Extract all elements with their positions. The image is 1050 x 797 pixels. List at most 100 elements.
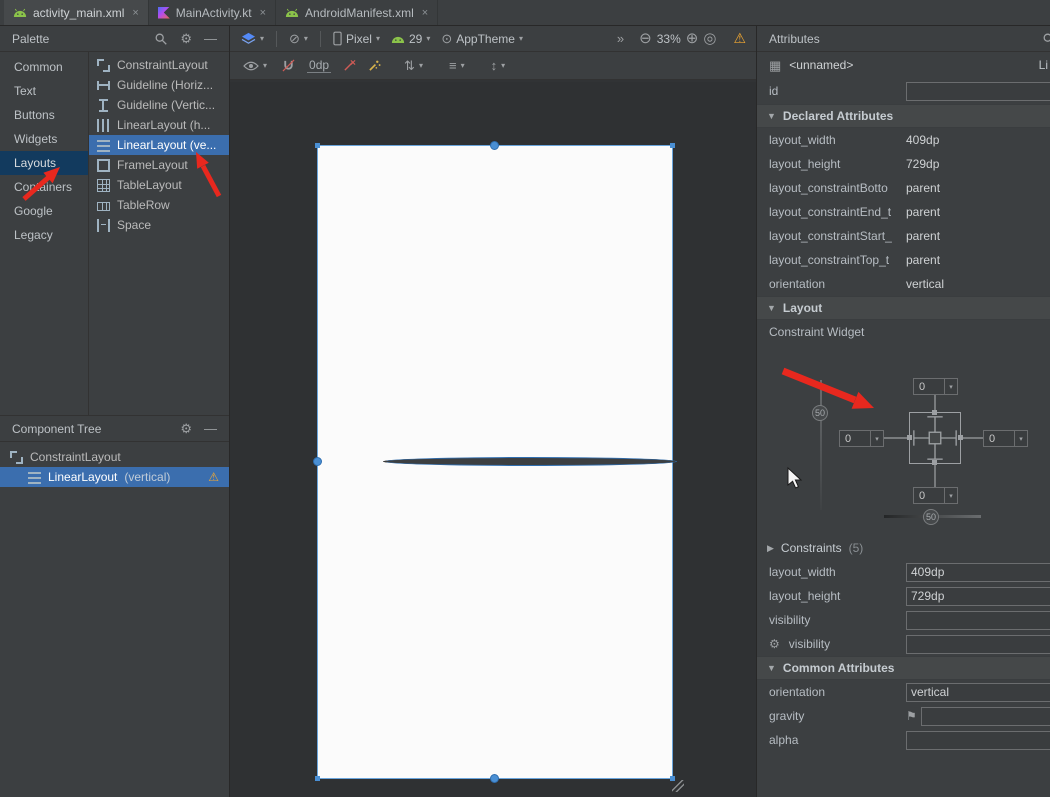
anchor-dot-right[interactable] [958, 435, 963, 440]
layout-width-input[interactable] [906, 563, 1050, 582]
margin-top-dropdown[interactable]: 0▾ [913, 378, 958, 395]
section-common-attributes[interactable]: ▼ Common Attributes [757, 656, 1050, 680]
zoom-out-button[interactable]: ⊖ [639, 31, 652, 46]
category-buttons[interactable]: Buttons [0, 103, 88, 127]
vertical-bias-value[interactable]: 50 [812, 405, 828, 421]
design-surface-selector[interactable]: ⊘ ▾ [286, 32, 311, 45]
margin-left-dropdown[interactable]: 0▾ [839, 430, 884, 447]
visibility-input[interactable] [906, 611, 1050, 630]
view-options-button[interactable]: ▾ [240, 61, 270, 71]
linearlayout-preview[interactable] [318, 146, 672, 778]
tab-close-icon[interactable]: × [260, 7, 266, 19]
palette-item-framelayout[interactable]: FrameLayout [89, 155, 229, 175]
category-google[interactable]: Google [0, 199, 88, 223]
orientation-input[interactable] [906, 683, 1050, 702]
tab-close-icon[interactable]: × [132, 7, 138, 19]
tab-mainactivity-kt[interactable]: MainActivity.kt × [149, 0, 276, 25]
palette-item-constraintlayout[interactable]: ConstraintLayout [89, 55, 229, 75]
alpha-input[interactable] [906, 731, 1050, 750]
attribute-row: layout_height [757, 584, 1050, 608]
autoconnect-magnet-icon[interactable] [282, 59, 295, 72]
anchor-dot-bottom[interactable] [932, 460, 937, 465]
tab-androidmanifest-xml[interactable]: AndroidManifest.xml × [276, 0, 438, 25]
id-input[interactable] [906, 82, 1050, 101]
infer-constraints-wand-icon[interactable] [368, 59, 381, 72]
device-selector[interactable]: Pixel ▾ [330, 31, 383, 46]
linearlayout-vertical-icon [97, 139, 110, 152]
palette-item-tablerow[interactable]: TableRow [89, 195, 229, 215]
pack-selector[interactable]: ⇅ ▾ [401, 59, 426, 72]
toolbar-overflow-icon[interactable]: » [617, 32, 624, 45]
palette-item-guideline-horizontal[interactable]: Guideline (Horiz... [89, 75, 229, 95]
corner-handle[interactable] [670, 143, 675, 148]
constraints-section-toggle[interactable]: ▶ Constraints (5) [757, 536, 1050, 560]
palette-item-linearlayout-horizontal[interactable]: LinearLayout (h... [89, 115, 229, 135]
attribute-row[interactable]: orientationvertical [757, 272, 1050, 296]
attribute-row[interactable]: layout_constraintTop_tparent [757, 248, 1050, 272]
warnings-button[interactable]: ⚠ [733, 30, 746, 47]
tree-item-constraintlayout[interactable]: ConstraintLayout [0, 447, 229, 467]
palette-item-linearlayout-vertical[interactable]: LinearLayout (ve... [89, 135, 229, 155]
anchor-handle-left[interactable] [313, 457, 322, 466]
collapse-triangle-icon: ▼ [767, 663, 776, 673]
search-icon[interactable] [1042, 32, 1050, 46]
category-common[interactable]: Common [0, 55, 88, 79]
section-declared-attributes[interactable]: ▼ Declared Attributes [757, 104, 1050, 128]
flag-icon[interactable]: ⚑ [906, 709, 917, 723]
view-mode-selector[interactable]: ▾ [238, 32, 267, 45]
canvas-resize-handle[interactable] [672, 780, 684, 792]
align-selector[interactable]: ≡ ▾ [446, 59, 468, 72]
tree-item-linearlayout-vertical[interactable]: LinearLayout(vertical) ⚠ [0, 467, 229, 487]
attribute-row[interactable]: layout_constraintEnd_tparent [757, 200, 1050, 224]
search-icon[interactable] [154, 32, 168, 46]
constraint-widget-box[interactable] [909, 412, 961, 464]
zoom-to-fit-button[interactable]: ◎ [703, 31, 716, 46]
clear-constraints-icon[interactable] [343, 59, 356, 72]
margin-bottom-dropdown[interactable]: 0▾ [913, 487, 958, 504]
hide-panel-icon[interactable]: — [204, 32, 217, 45]
margin-right-dropdown[interactable]: 0▾ [983, 430, 1028, 447]
category-widgets[interactable]: Widgets [0, 127, 88, 151]
category-containers[interactable]: Containers [0, 175, 88, 199]
gear-icon[interactable]: ⚙ [180, 32, 192, 45]
guideline-vertical-icon [97, 99, 110, 112]
anchor-dot-top[interactable] [932, 410, 937, 415]
category-legacy[interactable]: Legacy [0, 223, 88, 247]
expand-selector[interactable]: ↕ ▾ [488, 59, 509, 72]
attribute-row[interactable]: layout_constraintStart_parent [757, 224, 1050, 248]
anchor-handle-bottom[interactable] [490, 774, 499, 783]
gear-icon[interactable]: ⚙ [180, 422, 192, 435]
design-editor: ▾ ⊘ ▾ Pixel ▾ 29 ▾ ⊙ AppTheme ▾ [230, 26, 756, 797]
size-mode-springs-icon[interactable] [910, 413, 960, 463]
attribute-row[interactable]: layout_height729dp [757, 152, 1050, 176]
vertical-bias-slider[interactable] [820, 380, 822, 510]
gravity-input[interactable] [921, 707, 1050, 726]
tab-close-icon[interactable]: × [422, 7, 428, 19]
section-layout[interactable]: ▼ Layout [757, 296, 1050, 320]
palette-item-guideline-vertical[interactable]: Guideline (Vertic... [89, 95, 229, 115]
category-text[interactable]: Text [0, 79, 88, 103]
tab-activity-main-xml[interactable]: activity_main.xml × [4, 0, 149, 25]
horizontal-bias-value[interactable]: 50 [923, 509, 939, 525]
palette-item-space[interactable]: Space [89, 215, 229, 235]
layout-height-input[interactable] [906, 587, 1050, 606]
palette-item-tablelayout[interactable]: TableLayout [89, 175, 229, 195]
api-level-selector[interactable]: 29 ▾ [388, 32, 433, 46]
anchor-handle-top[interactable] [490, 141, 499, 150]
default-margin-button[interactable]: 0dp [307, 58, 331, 73]
warning-icon[interactable]: ⚠ [208, 470, 219, 484]
corner-handle[interactable] [315, 776, 320, 781]
tools-visibility-input[interactable] [906, 635, 1050, 654]
design-canvas[interactable] [230, 82, 756, 797]
zoom-in-button[interactable]: ⊕ [686, 31, 699, 46]
anchor-dot-left[interactable] [907, 435, 912, 440]
selected-component-row: ▦ <unnamed> Li [757, 52, 1050, 78]
constraint-widget-label: Constraint Widget [757, 320, 1050, 344]
hide-panel-icon[interactable]: — [204, 422, 217, 435]
theme-selector[interactable]: ⊙ AppTheme ▾ [438, 32, 526, 46]
attribute-row[interactable]: layout_width409dp [757, 128, 1050, 152]
attribute-row[interactable]: layout_constraintBottoparent [757, 176, 1050, 200]
category-layouts[interactable]: Layouts [0, 151, 88, 175]
anchor-handle-right[interactable] [383, 457, 677, 466]
corner-handle[interactable] [315, 143, 320, 148]
